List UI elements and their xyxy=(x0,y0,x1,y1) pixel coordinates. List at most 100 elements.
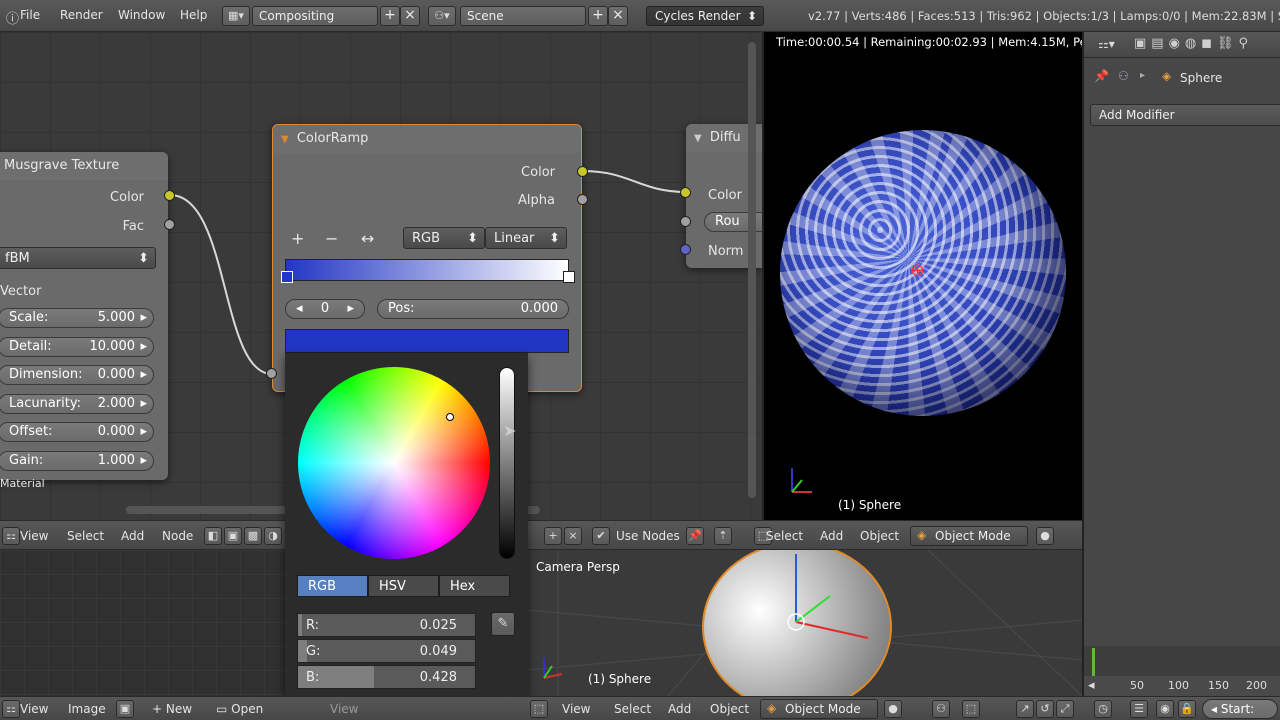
diffuse-color-socket[interactable] xyxy=(680,187,691,198)
eyedropper-icon[interactable]: ✎ xyxy=(491,612,515,636)
channel-field-b[interactable]: B: 0.428 xyxy=(297,665,476,689)
properties-panel[interactable]: ⚏▾ ▣▤◉◍◼⛓⚲ 📌 ⚇ ▸ ◈ Sphere Add Modifier xyxy=(1082,32,1280,646)
remove-screen-button[interactable]: × xyxy=(400,6,420,26)
menu-icon[interactable]: ☰ xyxy=(1130,700,1148,718)
pin-icon[interactable]: 📌 xyxy=(1094,69,1109,83)
channel-field-r[interactable]: R: 0.025 xyxy=(297,613,476,637)
node-menu-view[interactable]: View xyxy=(20,529,48,543)
interaction-mode-select[interactable]: ◈ Object Mode xyxy=(760,699,878,719)
editor-type-icon[interactable]: ⚏ xyxy=(2,700,20,718)
view3d-menu-add[interactable]: Add xyxy=(820,529,843,543)
musgrave-field[interactable]: Gain: 1.000 ▸ xyxy=(0,450,154,471)
view3d-menu-object[interactable]: Object xyxy=(860,529,899,543)
remove-scene-button[interactable]: × xyxy=(608,6,628,26)
pin-nodetree-icon[interactable]: 📌 xyxy=(686,527,704,545)
go-parent-icon[interactable]: ⇡ xyxy=(714,527,732,545)
use-nodes-checkbox[interactable]: ✔ xyxy=(592,527,610,545)
image-menu-view[interactable]: View xyxy=(20,702,48,716)
render-view[interactable]: Time:00:00.54 | Remaining:00:02.93 | Mem… xyxy=(762,32,1082,520)
screen-layout-field[interactable]: Compositing xyxy=(252,6,378,26)
arrow-left-icon[interactable]: ◂ xyxy=(296,301,303,317)
color-picker-popup[interactable]: ➤ ✎ RGB HSV Hex R: 0.025 G: 0.049 B: 0.428 xyxy=(285,353,528,697)
colorramp-fac-socket[interactable] xyxy=(266,368,277,379)
record-icon[interactable]: ◉ xyxy=(1156,700,1174,718)
add-stop-button[interactable]: + xyxy=(291,229,304,248)
interaction-mode-select[interactable]: ◈ Object Mode xyxy=(910,526,1028,546)
stepper-left-icon[interactable]: ◂ xyxy=(1211,702,1221,716)
rotate-icon[interactable]: ↺ xyxy=(1036,700,1054,718)
view-menu-dim[interactable]: View xyxy=(330,702,358,716)
arrow-right-icon[interactable]: ▸ xyxy=(140,367,147,382)
node-vertical-scrollbar[interactable] xyxy=(748,42,756,498)
channel-field-g[interactable]: G: 0.049 xyxy=(297,639,476,663)
value-slider[interactable] xyxy=(499,367,515,559)
menu-help[interactable]: Help xyxy=(180,8,207,22)
translate-icon[interactable]: ↗ xyxy=(1016,700,1034,718)
add-screen-button[interactable]: + xyxy=(380,6,400,26)
node-menu-select[interactable]: Select xyxy=(67,529,104,543)
pivot-icon[interactable]: ⚇ xyxy=(932,700,950,718)
diffuse-normal-socket[interactable] xyxy=(680,244,691,255)
color-mode-select[interactable]: RGB ⬍ xyxy=(403,227,485,249)
arrow-right-icon[interactable]: ▸ xyxy=(140,396,147,411)
menu-window[interactable]: Window xyxy=(118,8,165,22)
new-image-button[interactable]: + New xyxy=(152,702,192,716)
scene-icon[interactable]: ⚇▾ xyxy=(428,6,456,26)
arrow-right-icon[interactable]: ▸ xyxy=(140,424,147,439)
musgrave-field[interactable]: Scale: 5.000 ▸ xyxy=(0,308,154,328)
screen-layout-icon[interactable]: ▦▾ xyxy=(222,6,250,26)
remove-nodetree-button[interactable]: × xyxy=(564,527,582,545)
arrow-right-icon[interactable]: ▸ xyxy=(140,310,147,325)
editor-type-icon[interactable]: ⚏▾ xyxy=(1098,37,1115,51)
musgrave-field[interactable]: Dimension: 0.000 ▸ xyxy=(0,365,154,385)
picker-tab-hsv[interactable]: HSV xyxy=(368,575,439,597)
viewport-shading-icon[interactable]: ● xyxy=(884,700,902,718)
properties-tab-icons[interactable]: ▣▤◉◍◼⛓⚲ xyxy=(1134,36,1253,51)
stop-index-field[interactable]: ◂ 0 ▸ xyxy=(285,299,365,319)
stop-color-swatch[interactable] xyxy=(285,329,569,353)
timeline[interactable]: ◂ 50 100 150 200 xyxy=(1082,646,1280,696)
compositing-type-icon[interactable]: ▣ xyxy=(224,527,242,545)
diffuse-roughness-socket[interactable] xyxy=(680,216,691,227)
texture-type-icon[interactable]: ▩ xyxy=(244,527,262,545)
scene-field[interactable]: Scene xyxy=(460,6,586,26)
view3d-menu-object[interactable]: Object xyxy=(710,702,749,716)
ramp-stop-left[interactable] xyxy=(281,271,293,283)
view3d-menu-view[interactable]: View xyxy=(562,702,590,716)
color-ramp-gradient[interactable] xyxy=(285,259,569,281)
picker-tab-hex[interactable]: Hex xyxy=(439,575,510,597)
transform-gizmo-icon[interactable] xyxy=(768,550,888,650)
arrow-right-icon[interactable]: ▸ xyxy=(347,301,354,317)
view3d-viewport[interactable]: Camera Persp (1) Sphere xyxy=(528,550,1082,696)
ramp-stop-right[interactable] xyxy=(563,271,575,283)
musgrave-texture-node[interactable]: Musgrave Texture Color Fac fBM ⬍ Vector … xyxy=(0,152,168,490)
add-nodetree-button[interactable]: + xyxy=(544,527,562,545)
interpolation-select[interactable]: Linear ⬍ xyxy=(485,227,567,249)
remove-stop-button[interactable]: − xyxy=(325,229,338,248)
open-image-button[interactable]: ▭ Open xyxy=(216,702,263,716)
color-wheel[interactable] xyxy=(298,367,490,559)
wheel-cursor[interactable] xyxy=(446,413,454,421)
musgrave-type-select[interactable]: fBM ⬍ xyxy=(0,247,156,269)
musgrave-field[interactable]: Detail: 10.000 ▸ xyxy=(0,336,154,357)
musgrave-color-socket[interactable] xyxy=(164,190,175,201)
musgrave-field[interactable]: Offset: 0.000 ▸ xyxy=(0,422,154,442)
shader-type-icon[interactable]: ◧ xyxy=(204,527,222,545)
musgrave-field[interactable]: Lacunarity: 2.000 ▸ xyxy=(0,393,154,414)
stepper-left-icon[interactable]: ◂ xyxy=(1088,678,1095,693)
colorramp-color-socket[interactable] xyxy=(577,166,588,177)
viewport-shading-icon[interactable]: ● xyxy=(1036,527,1054,545)
stop-pos-field[interactable]: Pos: 0.000 xyxy=(377,299,569,319)
timeline-editor-icon[interactable]: ◷ xyxy=(1094,700,1112,718)
start-frame-field[interactable]: ◂ Start: xyxy=(1202,699,1278,719)
arrow-right-icon[interactable]: ▸ xyxy=(140,339,147,354)
blender-menu-icon[interactable]: ⓘ xyxy=(6,8,19,27)
image-browse-icon[interactable]: ▣ xyxy=(116,700,134,718)
render-engine-select[interactable]: Cycles Render ⬍ xyxy=(646,6,764,26)
menu-file[interactable]: File xyxy=(20,8,40,22)
editor-type-icon[interactable]: ⚏ xyxy=(2,527,20,545)
image-editor[interactable] xyxy=(0,550,285,696)
colorramp-node[interactable]: ▼ ColorRamp Color Alpha + − ↔ RGB ⬍ Line… xyxy=(272,124,582,392)
view3d-menu-add[interactable]: Add xyxy=(668,702,691,716)
node-menu-add[interactable]: Add xyxy=(121,529,144,543)
